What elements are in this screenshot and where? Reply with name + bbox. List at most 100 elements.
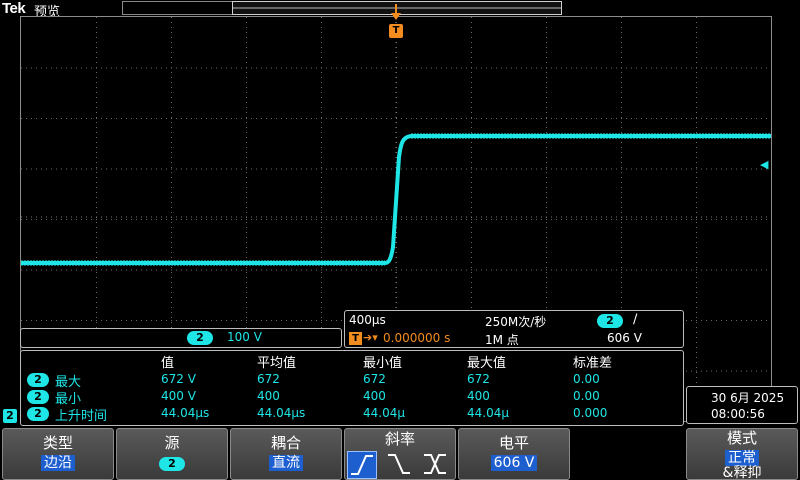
grid-dot [321, 197, 322, 198]
grid-dot [471, 272, 472, 273]
grid-dot [561, 118, 562, 119]
grid-dot [641, 67, 642, 69]
grid-dot [81, 67, 82, 69]
grid-dot [581, 67, 582, 69]
grid-dot [121, 219, 122, 220]
table-row[interactable]: 2 最大 672 V 672 672 672 0.00 [21, 371, 683, 390]
grid-dot [26, 67, 27, 69]
grid-dot [116, 118, 117, 119]
trigger-slope-button[interactable]: 斜率 [344, 428, 456, 480]
grid-dot [171, 112, 172, 113]
grid-dot [171, 157, 172, 158]
measurement-mean: 400 [257, 389, 280, 403]
menu-value: 606 V [490, 455, 538, 471]
grid-dot [211, 320, 212, 321]
grid-dot [146, 269, 147, 271]
grid-dot [516, 219, 517, 220]
grid-dot [121, 67, 122, 69]
grid-dot [321, 127, 322, 128]
table-row[interactable]: 2 上升时间 44.04µs 44.04µs 44.04µ 44.04µ 0.0… [21, 405, 683, 424]
grid-dot [141, 67, 142, 69]
grid-dot [546, 262, 547, 263]
rising-slope-icon: ∕ [633, 312, 638, 327]
grid-dot [321, 312, 322, 313]
grid-dot [621, 147, 622, 148]
grid-dot [541, 67, 542, 69]
grid-dot [721, 118, 722, 119]
grid-dot [621, 297, 622, 298]
grid-dot [546, 22, 547, 23]
grid-dot [321, 322, 322, 323]
grid-dot [716, 168, 717, 170]
grid-dot [451, 168, 452, 170]
grid-dot [151, 168, 152, 170]
grid-dot [651, 67, 652, 69]
grid-dot [691, 67, 692, 69]
trigger-source-button[interactable]: 源 2 [116, 428, 228, 480]
grid-dot [171, 287, 172, 288]
trigger-position-marker[interactable]: T [389, 24, 403, 38]
grid-dot [531, 269, 532, 271]
grid-dot [681, 67, 682, 69]
grid-dot [321, 17, 322, 18]
timebase-readout[interactable]: 400µs 250M次/秒 2 ∕ T ➔▾ 0.000000 s 1M 点 6… [344, 310, 684, 348]
grid-dot [766, 219, 767, 220]
grid-dot [146, 219, 147, 220]
grid-dot [401, 168, 402, 170]
grid-dot [321, 52, 322, 53]
grid-dot [706, 320, 707, 321]
trigger-type-button[interactable]: 类型 边沿 [2, 428, 114, 480]
grid-dot [246, 287, 247, 288]
grid-dot [96, 320, 97, 321]
grid-dot [696, 67, 697, 69]
grid-dot [471, 277, 472, 278]
grid-dot [76, 67, 77, 69]
grid-dot [441, 219, 442, 220]
channel-scale-readout[interactable]: 2 100 V [20, 328, 342, 348]
grid-dot [696, 182, 697, 183]
grid-dot [501, 219, 502, 220]
grid-dot [721, 67, 722, 69]
grid-dot [246, 62, 247, 63]
trigger-mode-button[interactable]: 模式 正常 &释抑 [686, 428, 798, 480]
grid-dot [321, 157, 322, 158]
trigger-level-button[interactable]: 电平 606 V [458, 428, 570, 480]
grid-dot [556, 118, 557, 119]
grid-dot [706, 118, 707, 119]
grid-dot [621, 97, 622, 98]
grid-dot [326, 219, 327, 220]
grid-dot [461, 118, 462, 119]
trigger-level-arrow-icon[interactable]: ◀ [760, 158, 770, 171]
grid-dot [96, 177, 97, 178]
rising-slope-icon[interactable] [347, 451, 377, 479]
either-slope-icon[interactable] [421, 451, 451, 479]
grid-dot [471, 127, 472, 128]
side-channel-badge[interactable]: 2 [3, 409, 17, 423]
falling-slope-icon[interactable] [385, 451, 415, 479]
measurement-table[interactable]: 值 平均值 最小值 最大值 标准差 2 最大 672 V 672 672 672… [20, 350, 684, 426]
grid-dot [171, 187, 172, 188]
grid-dot [471, 72, 472, 73]
grid-dot [96, 237, 97, 238]
grid-dot [671, 219, 672, 220]
grid-dot [541, 168, 542, 170]
grid-dot [731, 67, 732, 69]
grid-dot [281, 269, 282, 271]
grid-dot [181, 219, 182, 220]
grid-dot [206, 320, 207, 321]
grid-dot [716, 67, 717, 69]
trigger-coupling-button[interactable]: 耦合 直流 [230, 428, 342, 480]
table-row[interactable]: 2 最小 400 V 400 400 400 0.00 [21, 388, 683, 407]
grid-dot [731, 118, 732, 119]
grid-dot [371, 118, 372, 119]
grid-dot [671, 269, 672, 271]
grid-dot [751, 370, 752, 372]
grid-dot [96, 232, 97, 233]
grid-dot [321, 92, 322, 93]
grid-dot [336, 219, 337, 220]
grid-dot [231, 269, 232, 271]
grid-dot [471, 57, 472, 58]
grid-dot [176, 118, 177, 119]
grid-dot [101, 320, 102, 321]
grid-dot [591, 269, 592, 271]
